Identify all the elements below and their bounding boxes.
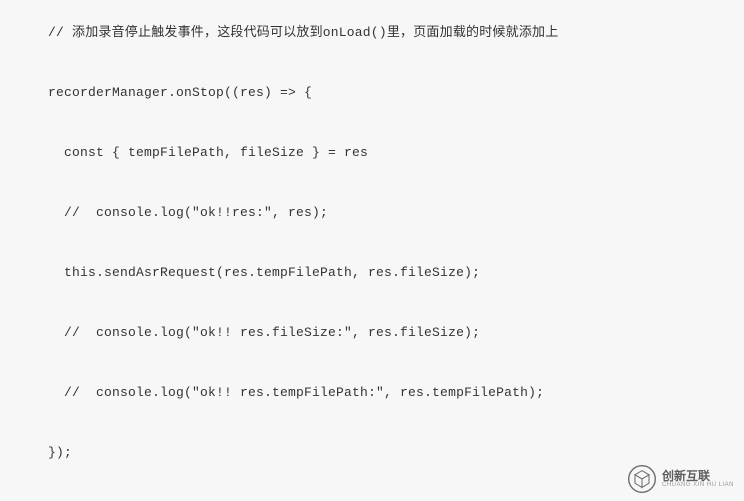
code-line [48,168,744,198]
code-line: }); [48,438,744,468]
watermark-cn: 创新互联 [662,470,734,482]
code-line: // console.log("ok!! res.tempFilePath:",… [48,378,744,408]
watermark-pinyin: CHUANG XIN HU LIAN [662,482,734,488]
watermark: 创新互联 CHUANG XIN HU LIAN [628,465,734,493]
code-line [48,108,744,138]
code-line: this.sendAsrRequest(res.tempFilePath, re… [48,258,744,288]
code-line: recorderManager.onStop((res) => { [48,78,744,108]
code-line [48,408,744,438]
code-line: const { tempFilePath, fileSize } = res [48,138,744,168]
code-line [48,288,744,318]
code-line [48,48,744,78]
code-line [48,228,744,258]
code-line [48,348,744,378]
watermark-logo-icon [628,465,656,493]
code-line: // console.log("ok!! res.fileSize:", res… [48,318,744,348]
code-line: // console.log("ok!!res:", res); [48,198,744,228]
code-line: // 添加录音停止触发事件，这段代码可以放到onLoad()里，页面加载的时候就… [48,18,744,48]
watermark-text: 创新互联 CHUANG XIN HU LIAN [662,470,734,488]
code-block: // 添加录音停止触发事件，这段代码可以放到onLoad()里，页面加载的时候就… [0,0,744,501]
